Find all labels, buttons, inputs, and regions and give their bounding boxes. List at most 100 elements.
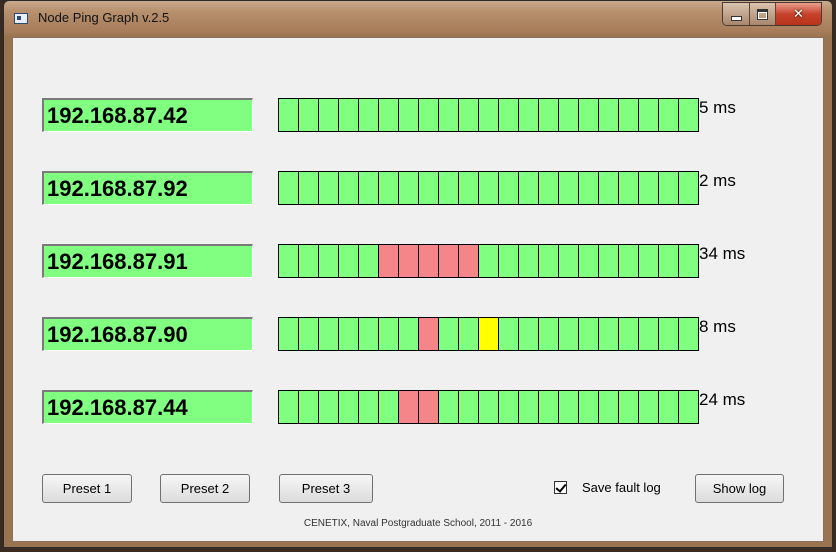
ping-cell-ok: [619, 172, 639, 204]
app-window: Node Ping Graph v.2.5 ✕ 192.168.87.42 5 …: [3, 0, 833, 548]
ping-cell-ok: [439, 391, 459, 423]
ping-cell-ok: [619, 99, 639, 131]
ping-cell-ok: [499, 172, 519, 204]
node-ip-field[interactable]: 192.168.87.90: [42, 317, 253, 351]
ping-cell-ok: [619, 391, 639, 423]
preset-2-button[interactable]: Preset 2: [160, 474, 250, 503]
ping-cell-ok: [659, 245, 679, 277]
ping-cell-ok: [539, 99, 559, 131]
ping-cell-ok: [379, 99, 399, 131]
ping-cell-ok: [299, 318, 319, 350]
ping-cell-ok: [679, 245, 698, 277]
ping-cell-ok: [599, 318, 619, 350]
client-area: 192.168.87.42 5 ms 192.168.87.92 2 ms 19…: [12, 37, 824, 542]
latency-label: 34 ms: [699, 244, 746, 263]
ping-cell-ok: [399, 172, 419, 204]
ping-cell-ok: [599, 99, 619, 131]
ping-cell-ok: [479, 172, 499, 204]
node-row: 192.168.87.44 24 ms: [13, 390, 823, 430]
ping-cell-ok: [639, 318, 659, 350]
node-row: 192.168.87.92 2 ms: [13, 171, 823, 211]
show-log-button[interactable]: Show log: [695, 474, 784, 503]
ping-cell-ok: [279, 99, 299, 131]
maximize-button[interactable]: [750, 3, 776, 25]
ping-cell-ok: [619, 245, 639, 277]
ping-cell-ok: [639, 245, 659, 277]
ping-cell-ok: [579, 99, 599, 131]
ping-cell-ok: [659, 318, 679, 350]
ping-cell-ok: [399, 318, 419, 350]
ping-cell-ok: [519, 245, 539, 277]
ping-cell-fail: [439, 245, 459, 277]
ping-cell-ok: [519, 318, 539, 350]
ping-cell-ok: [359, 318, 379, 350]
ping-cell-ok: [359, 245, 379, 277]
node-ip-field[interactable]: 192.168.87.42: [42, 98, 253, 132]
ping-cell-ok: [679, 99, 698, 131]
ping-history-bar: [278, 98, 699, 132]
ping-cell-ok: [379, 318, 399, 350]
save-fault-log-option[interactable]: Save fault log: [554, 480, 661, 495]
ping-cell-ok: [499, 318, 519, 350]
ping-cell-ok: [499, 245, 519, 277]
ping-cell-ok: [539, 172, 559, 204]
ping-cell-ok: [559, 172, 579, 204]
node-ip-field[interactable]: 192.168.87.92: [42, 171, 253, 205]
ping-cell-fail: [419, 245, 439, 277]
ping-cell-ok: [599, 245, 619, 277]
ping-cell-ok: [559, 318, 579, 350]
node-row: 192.168.87.42 5 ms: [13, 98, 823, 138]
close-button[interactable]: ✕: [776, 3, 821, 25]
ping-cell-ok: [559, 391, 579, 423]
ping-cell-ok: [379, 391, 399, 423]
ping-cell-ok: [279, 245, 299, 277]
title-bar[interactable]: Node Ping Graph v.2.5 ✕: [4, 1, 832, 37]
ping-cell-ok: [579, 318, 599, 350]
ping-cell-ok: [359, 391, 379, 423]
ping-cell-fail: [419, 318, 439, 350]
ping-cell-ok: [339, 245, 359, 277]
ping-cell-ok: [279, 172, 299, 204]
latency-label: 5 ms: [699, 98, 736, 117]
node-row: 192.168.87.91 34 ms: [13, 244, 823, 284]
minimize-icon: [730, 15, 742, 21]
ping-cell-ok: [419, 172, 439, 204]
save-fault-log-checkbox[interactable]: [554, 481, 567, 494]
ping-cell-ok: [559, 99, 579, 131]
preset-1-button[interactable]: Preset 1: [42, 474, 132, 503]
ping-cell-ok: [499, 391, 519, 423]
ping-cell-ok: [499, 99, 519, 131]
node-row: 192.168.87.90 8 ms: [13, 317, 823, 357]
ping-cell-ok: [459, 318, 479, 350]
latency-label: 2 ms: [699, 171, 736, 190]
ping-cell-fail: [399, 245, 419, 277]
ping-cell-fail: [459, 245, 479, 277]
ping-cell-ok: [339, 99, 359, 131]
app-icon[interactable]: [14, 13, 28, 24]
ping-cell-ok: [639, 391, 659, 423]
ping-history-bar: [278, 390, 699, 424]
ping-cell-ok: [299, 172, 319, 204]
ping-cell-ok: [659, 99, 679, 131]
ping-cell-ok: [579, 172, 599, 204]
node-ip-field[interactable]: 192.168.87.44: [42, 390, 253, 424]
ping-cell-ok: [319, 245, 339, 277]
ping-cell-ok: [319, 172, 339, 204]
ping-cell-ok: [319, 391, 339, 423]
ping-cell-ok: [619, 318, 639, 350]
ping-cell-ok: [359, 99, 379, 131]
latency-label: 24 ms: [699, 390, 746, 409]
ping-cell-ok: [339, 172, 359, 204]
close-icon: ✕: [793, 6, 804, 22]
ping-cell-ok: [599, 391, 619, 423]
ping-cell-ok: [599, 172, 619, 204]
node-ip-field[interactable]: 192.168.87.91: [42, 244, 253, 278]
ping-cell-ok: [539, 245, 559, 277]
ping-history-bar: [278, 171, 699, 205]
ping-cell-ok: [479, 245, 499, 277]
minimize-button[interactable]: [723, 3, 750, 25]
ping-cell-ok: [679, 391, 698, 423]
ping-cell-ok: [439, 99, 459, 131]
ping-cell-ok: [679, 318, 698, 350]
preset-3-button[interactable]: Preset 3: [279, 474, 373, 503]
